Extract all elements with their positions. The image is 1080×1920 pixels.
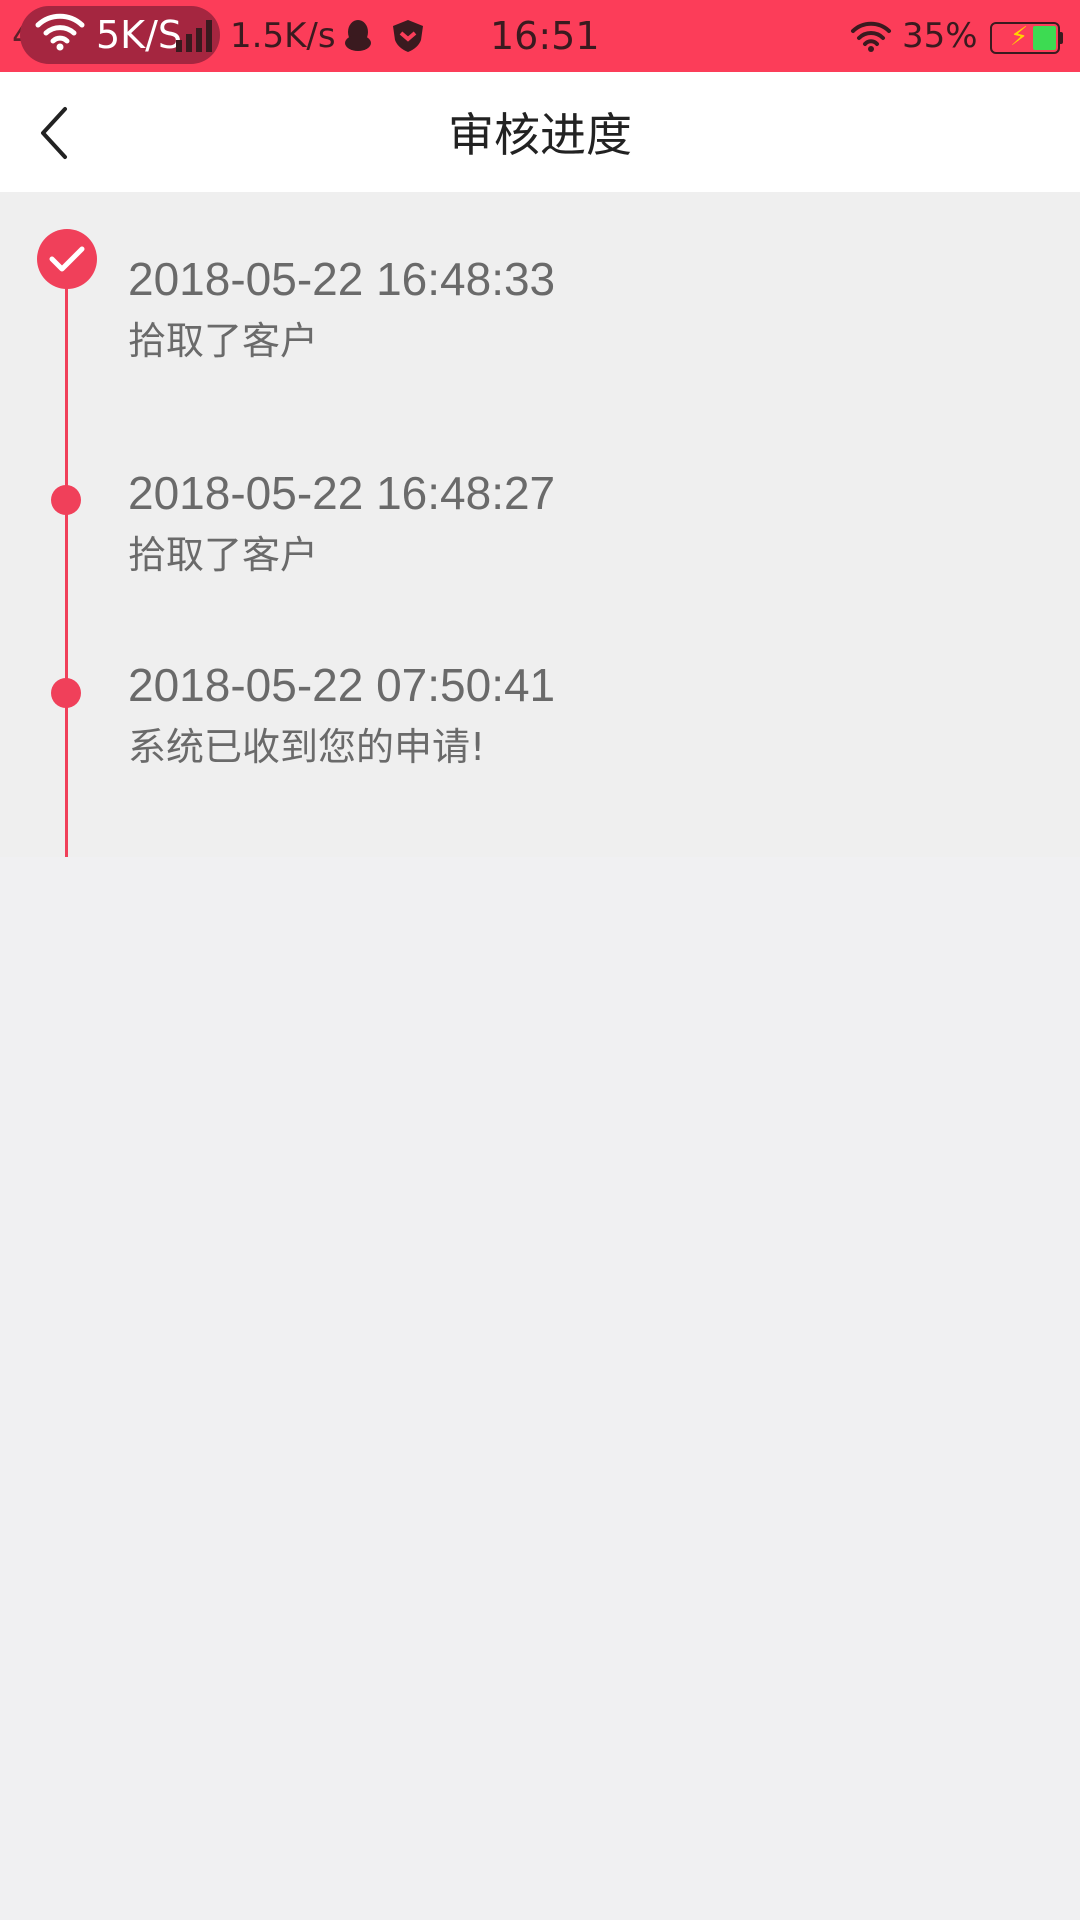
signal-bars-icon: [176, 20, 212, 52]
battery-level-fill: [1032, 26, 1056, 50]
battery-percent: 35%: [902, 16, 978, 56]
timeline-desc: 拾取了客户: [128, 533, 319, 577]
network-label: 5K/S: [96, 13, 183, 57]
timeline-line: [65, 262, 68, 857]
timeline-desc: 拾取了客户: [128, 319, 319, 363]
timeline-time: 2018-05-22 16:48:33: [128, 253, 556, 305]
timeline-time: 2018-05-22 16:48:27: [128, 467, 556, 519]
timeline-current-dot: [37, 229, 97, 289]
status-clock: 16:51: [490, 14, 600, 58]
wifi-icon: [850, 0, 892, 72]
review-progress-timeline: 2018-05-22 16:48:33 拾取了客户 2018-05-22 16:…: [0, 192, 1080, 857]
battery-charging-icon: ⚡: [990, 22, 1060, 54]
timeline-desc: 系统已收到您的申请!: [128, 725, 486, 769]
page-title: 审核进度: [448, 108, 632, 162]
timeline-dot: [51, 485, 81, 515]
timeline-time: 2018-05-22 07:50:41: [128, 659, 556, 711]
wifi-icon: [34, 11, 86, 60]
charging-bolt-icon: ⚡: [1010, 22, 1029, 52]
network-speed: 1.5K/s: [230, 16, 336, 56]
nav-bar: 审核进度: [0, 72, 1080, 192]
status-bar: 4 5K/S 1.5K/s 16:51: [0, 0, 1080, 72]
battery-cap: [1058, 32, 1063, 44]
timeline-dot: [51, 678, 81, 708]
qq-penguin-icon: [344, 0, 372, 72]
check-icon: [49, 246, 85, 272]
shield-icon: [390, 0, 426, 72]
